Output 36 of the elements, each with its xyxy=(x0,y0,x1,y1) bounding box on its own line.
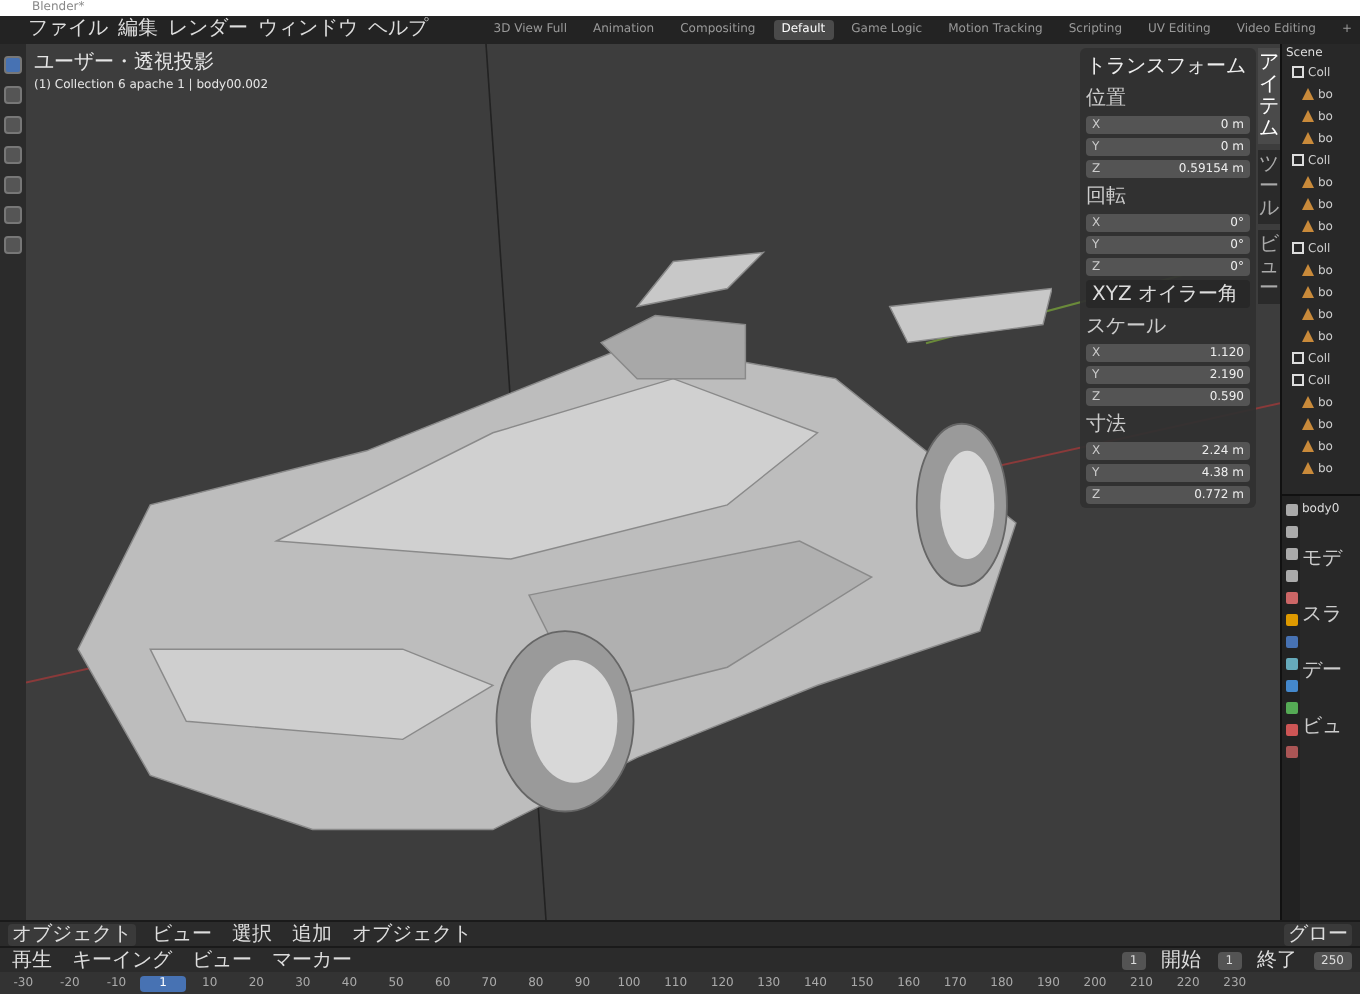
menu-item[interactable]: オブジェクト xyxy=(348,923,476,945)
sidebar-tab[interactable]: ツール xyxy=(1258,150,1280,224)
group-label: 寸法 xyxy=(1086,411,1128,438)
menu-item[interactable]: ビュー xyxy=(148,923,216,945)
group-label: 位置 xyxy=(1086,85,1128,112)
menu-item[interactable]: 選択 xyxy=(228,923,276,945)
menu-item[interactable]: ウィンドウ xyxy=(258,18,358,42)
menu-item[interactable]: レンダー xyxy=(168,18,248,42)
menu-item[interactable]: 再生 xyxy=(8,949,56,971)
panel-title: トランスフォーム xyxy=(1086,54,1248,80)
menu-item[interactable]: マーカー xyxy=(268,949,356,971)
section-label: スラ xyxy=(1302,602,1344,628)
section-label: モデ xyxy=(1302,546,1345,572)
menu-item[interactable]: キーイング xyxy=(68,949,176,971)
section-label: ビュ xyxy=(1302,714,1344,740)
group-label: 回転 xyxy=(1086,184,1128,210)
sidebar-tab[interactable]: アイテム xyxy=(1258,48,1280,144)
menu-item[interactable]: ビュー xyxy=(188,949,256,971)
menu-item[interactable]: 編集 xyxy=(118,18,158,42)
box-icon xyxy=(1292,374,1304,386)
menu-item[interactable]: ファイル xyxy=(28,18,108,42)
box-icon xyxy=(1292,242,1304,254)
box-icon xyxy=(1292,66,1304,78)
end-label: 終了 xyxy=(1255,949,1300,971)
group-label: スケール xyxy=(1086,314,1168,340)
menu-item[interactable]: 追加 xyxy=(288,923,336,945)
box-icon xyxy=(1292,352,1304,364)
section-label: デー xyxy=(1302,658,1344,684)
view-label: ユーザー・透視投影 xyxy=(34,49,216,76)
orientation-dropdown[interactable]: グロー xyxy=(1284,923,1352,945)
box-icon xyxy=(1292,154,1304,166)
menu-item[interactable]: ヘルプ xyxy=(368,18,428,42)
rotation-mode-dropdown[interactable]: XYZ オイラー角 xyxy=(1086,280,1250,308)
start-label: 開始 xyxy=(1159,949,1204,971)
mode-dropdown[interactable]: オブジェクト xyxy=(8,923,136,945)
sidebar-tab[interactable]: ビュー xyxy=(1258,230,1280,304)
